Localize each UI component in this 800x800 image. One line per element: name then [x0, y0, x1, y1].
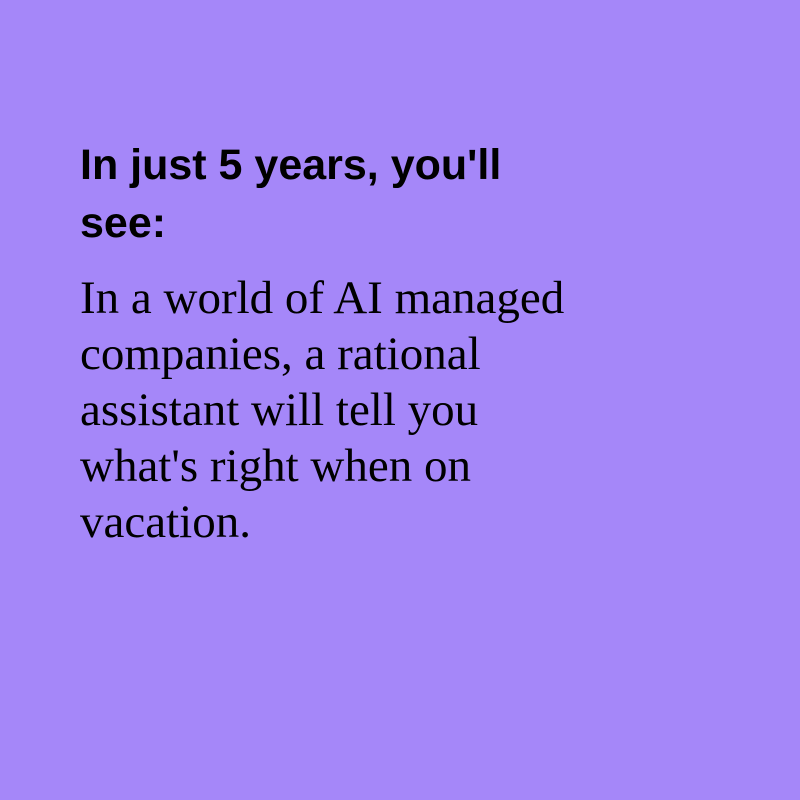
prediction-card: In just 5 years, you'll see: In a world …	[0, 0, 800, 800]
card-heading: In just 5 years, you'll see:	[80, 141, 502, 247]
card-body-text: In a world of AI managed companies, a ra…	[80, 272, 565, 548]
